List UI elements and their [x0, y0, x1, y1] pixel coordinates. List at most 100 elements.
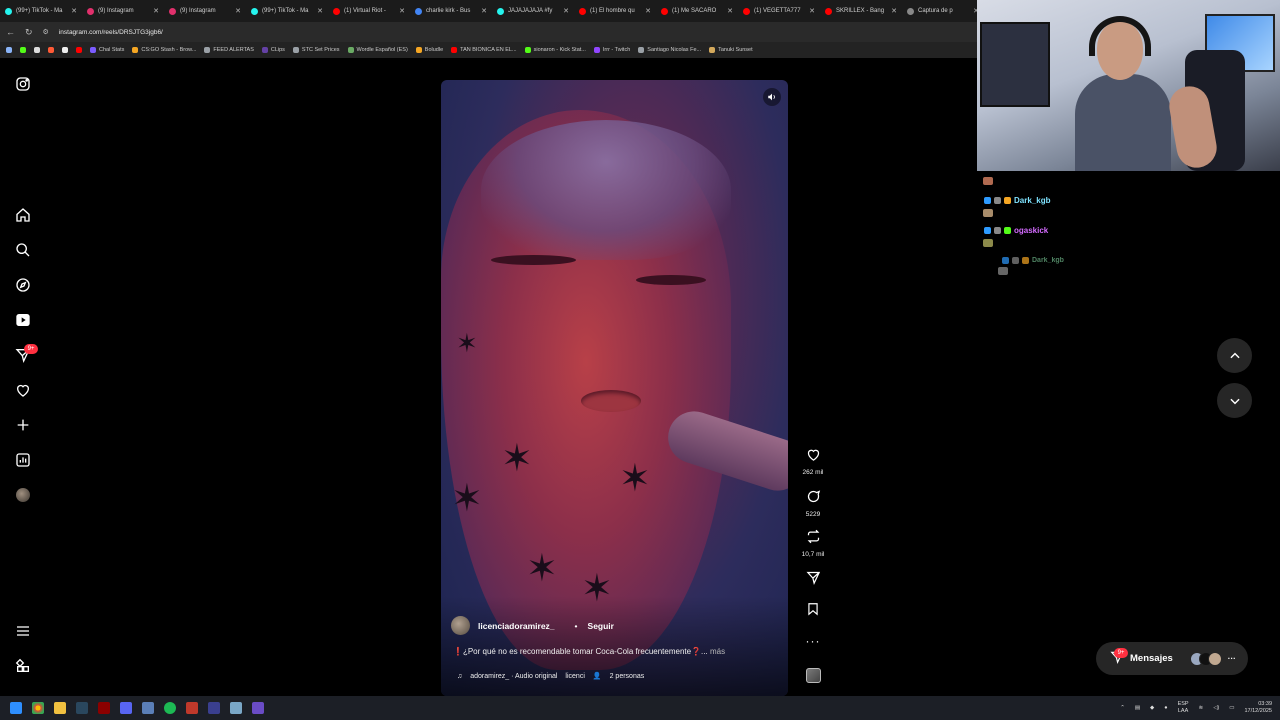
notifications-icon[interactable] [13, 380, 32, 399]
close-tab-icon[interactable]: ✕ [563, 7, 569, 15]
author-avatar[interactable] [451, 616, 470, 635]
site-info-icon[interactable]: ⚙ [43, 28, 49, 36]
browser-tab[interactable]: (1) Virtual Riot - ✕ [328, 0, 410, 22]
bookmark-icon[interactable] [48, 47, 54, 53]
meta-apps-icon[interactable] [13, 656, 32, 675]
close-tab-icon[interactable]: ✕ [727, 7, 733, 15]
like-icon[interactable] [806, 447, 821, 467]
close-tab-icon[interactable]: ✕ [645, 7, 651, 15]
tagged-people[interactable]: 2 personas [610, 673, 645, 680]
bookmark-icon[interactable] [34, 47, 40, 53]
author-name[interactable]: licenciadoramirez_ [478, 621, 555, 631]
browser-tab[interactable]: (99+) TikTok - Ma ✕ [246, 0, 328, 22]
app-tray-icon[interactable]: ◆ [1150, 705, 1154, 711]
bookmark-item[interactable]: Chal Stats [90, 47, 124, 53]
create-icon[interactable] [13, 415, 32, 434]
browser-tab[interactable]: (9) Instagram ✕ [164, 0, 246, 22]
close-tab-icon[interactable]: ✕ [71, 7, 77, 15]
explore-icon[interactable] [13, 275, 32, 294]
file-explorer-icon[interactable] [54, 702, 66, 714]
microphone-icon[interactable]: ● [1164, 705, 1167, 711]
bookmark-item[interactable]: Tanuki Sunset [709, 47, 753, 53]
windows-start-icon[interactable] [10, 702, 22, 714]
reel-video[interactable]: ✶ ✶ ✶ ✶ ✶ ✶ licenciadoramirez_ • Seguir … [441, 80, 788, 696]
close-tab-icon[interactable]: ✕ [317, 7, 323, 15]
browser-tab[interactable]: (1) El hombre qu ✕ [574, 0, 656, 22]
browser-tab[interactable]: (1) VEGETTA777 ✕ [738, 0, 820, 22]
next-reel-button[interactable] [1217, 383, 1252, 418]
browser-tab[interactable]: charlie kirk - Bus ✕ [410, 0, 492, 22]
bookmark-icon[interactable] [806, 602, 820, 621]
messages-pill[interactable]: 9+ Mensajes ··· [1096, 642, 1248, 675]
bookmark-item[interactable]: STC Set Prices [292, 47, 340, 53]
kick-bookmark-icon[interactable] [20, 47, 26, 53]
app-icon[interactable] [98, 702, 110, 714]
close-tab-icon[interactable]: ✕ [153, 7, 159, 15]
volume-icon[interactable]: ◁) [1213, 705, 1219, 711]
profile-avatar[interactable] [13, 485, 32, 504]
close-tab-icon[interactable]: ✕ [809, 7, 815, 15]
app-icon[interactable] [186, 702, 198, 714]
reels-icon[interactable] [13, 310, 32, 329]
spotify-icon[interactable] [164, 702, 176, 714]
reload-icon[interactable]: ↻ [25, 27, 33, 38]
wifi-icon[interactable]: ≋ [1199, 705, 1204, 711]
menu-icon[interactable] [13, 621, 32, 640]
discord-icon[interactable] [120, 702, 132, 714]
bookmark-item[interactable]: CLips [261, 47, 285, 53]
bookmark-item[interactable]: TAN BIONICA EN EL... [451, 47, 517, 53]
browser-tab[interactable]: (9) Instagram ✕ [82, 0, 164, 22]
close-tab-icon[interactable]: ✕ [481, 7, 487, 15]
instagram-logo-icon[interactable] [13, 74, 32, 93]
browser-tab[interactable]: (1) Me SACARO ✕ [656, 0, 738, 22]
app-icon[interactable] [208, 702, 220, 714]
previous-reel-button[interactable] [1217, 338, 1252, 373]
audio-thumbnail[interactable] [806, 668, 821, 683]
back-icon[interactable]: ← [6, 27, 15, 37]
close-tab-icon[interactable]: ✕ [891, 7, 897, 15]
app-icon[interactable] [252, 702, 264, 714]
app-icon[interactable] [142, 702, 154, 714]
comment-action: 5229 [798, 489, 828, 518]
volume-icon[interactable] [763, 88, 781, 106]
chevron-up-icon[interactable]: ⌃ [1120, 705, 1125, 711]
repost-count[interactable]: 10,7 mil [802, 551, 825, 558]
share-icon[interactable] [805, 570, 821, 590]
bookmark-item[interactable]: Wordle Español (ES) [347, 47, 408, 53]
clock[interactable]: 03:39 17/12/2025 [1244, 701, 1272, 715]
comment-count[interactable]: 5229 [806, 511, 820, 518]
follow-button[interactable]: Seguir [588, 621, 614, 631]
browser-tab[interactable]: JAJAJAJAJA #fy ✕ [492, 0, 574, 22]
apps-grid-icon[interactable] [6, 47, 12, 53]
battery-icon[interactable]: ▭ [1229, 705, 1234, 711]
audio-label[interactable]: adoramirez_ · Audio original [470, 673, 557, 680]
search-icon[interactable] [13, 240, 32, 259]
audio-label-tail[interactable]: licenci [565, 673, 584, 680]
bookmark-item[interactable]: CS:GO Stash - Brow... [132, 47, 196, 53]
bookmark-item[interactable]: Boludle [415, 47, 443, 53]
close-tab-icon[interactable]: ✕ [399, 7, 405, 15]
browser-tab[interactable]: (99+) TikTok - Ma ✕ [0, 0, 82, 22]
browser-tab[interactable]: SKRILLEX - Bang ✕ [820, 0, 902, 22]
bookmark-item[interactable]: Irrr - Twitch [593, 47, 630, 53]
like-count[interactable]: 262 mil [803, 469, 824, 476]
steam-icon[interactable] [76, 702, 88, 714]
chrome-icon[interactable] [32, 702, 44, 714]
bookmark-item[interactable]: Santiago Nicolas Fe... [638, 47, 701, 53]
more-options-icon[interactable]: ··· [806, 634, 821, 648]
caption-more-link[interactable]: más [710, 647, 725, 656]
app-icon[interactable] [230, 702, 242, 714]
bookmark-item[interactable]: FEED ALERTAS [204, 47, 254, 53]
repost-icon[interactable] [806, 529, 821, 549]
comment-icon[interactable] [806, 489, 821, 509]
url-field[interactable]: instagram.com/reels/DRSJTG3jgb6/ [59, 29, 163, 36]
dashboard-icon[interactable] [13, 450, 32, 469]
youtube-bookmark-icon[interactable] [76, 47, 82, 53]
bookmark-item[interactable]: sionaron - Kick Stat... [524, 47, 586, 53]
home-icon[interactable] [13, 205, 32, 224]
close-tab-icon[interactable]: ✕ [235, 7, 241, 15]
language-indicator[interactable]: ESP LAA [1178, 701, 1189, 715]
network-icon[interactable]: ▤ [1135, 705, 1140, 711]
amazon-bookmark-icon[interactable] [62, 47, 68, 53]
browser-tab[interactable]: Captura de p ✕ [902, 0, 977, 22]
